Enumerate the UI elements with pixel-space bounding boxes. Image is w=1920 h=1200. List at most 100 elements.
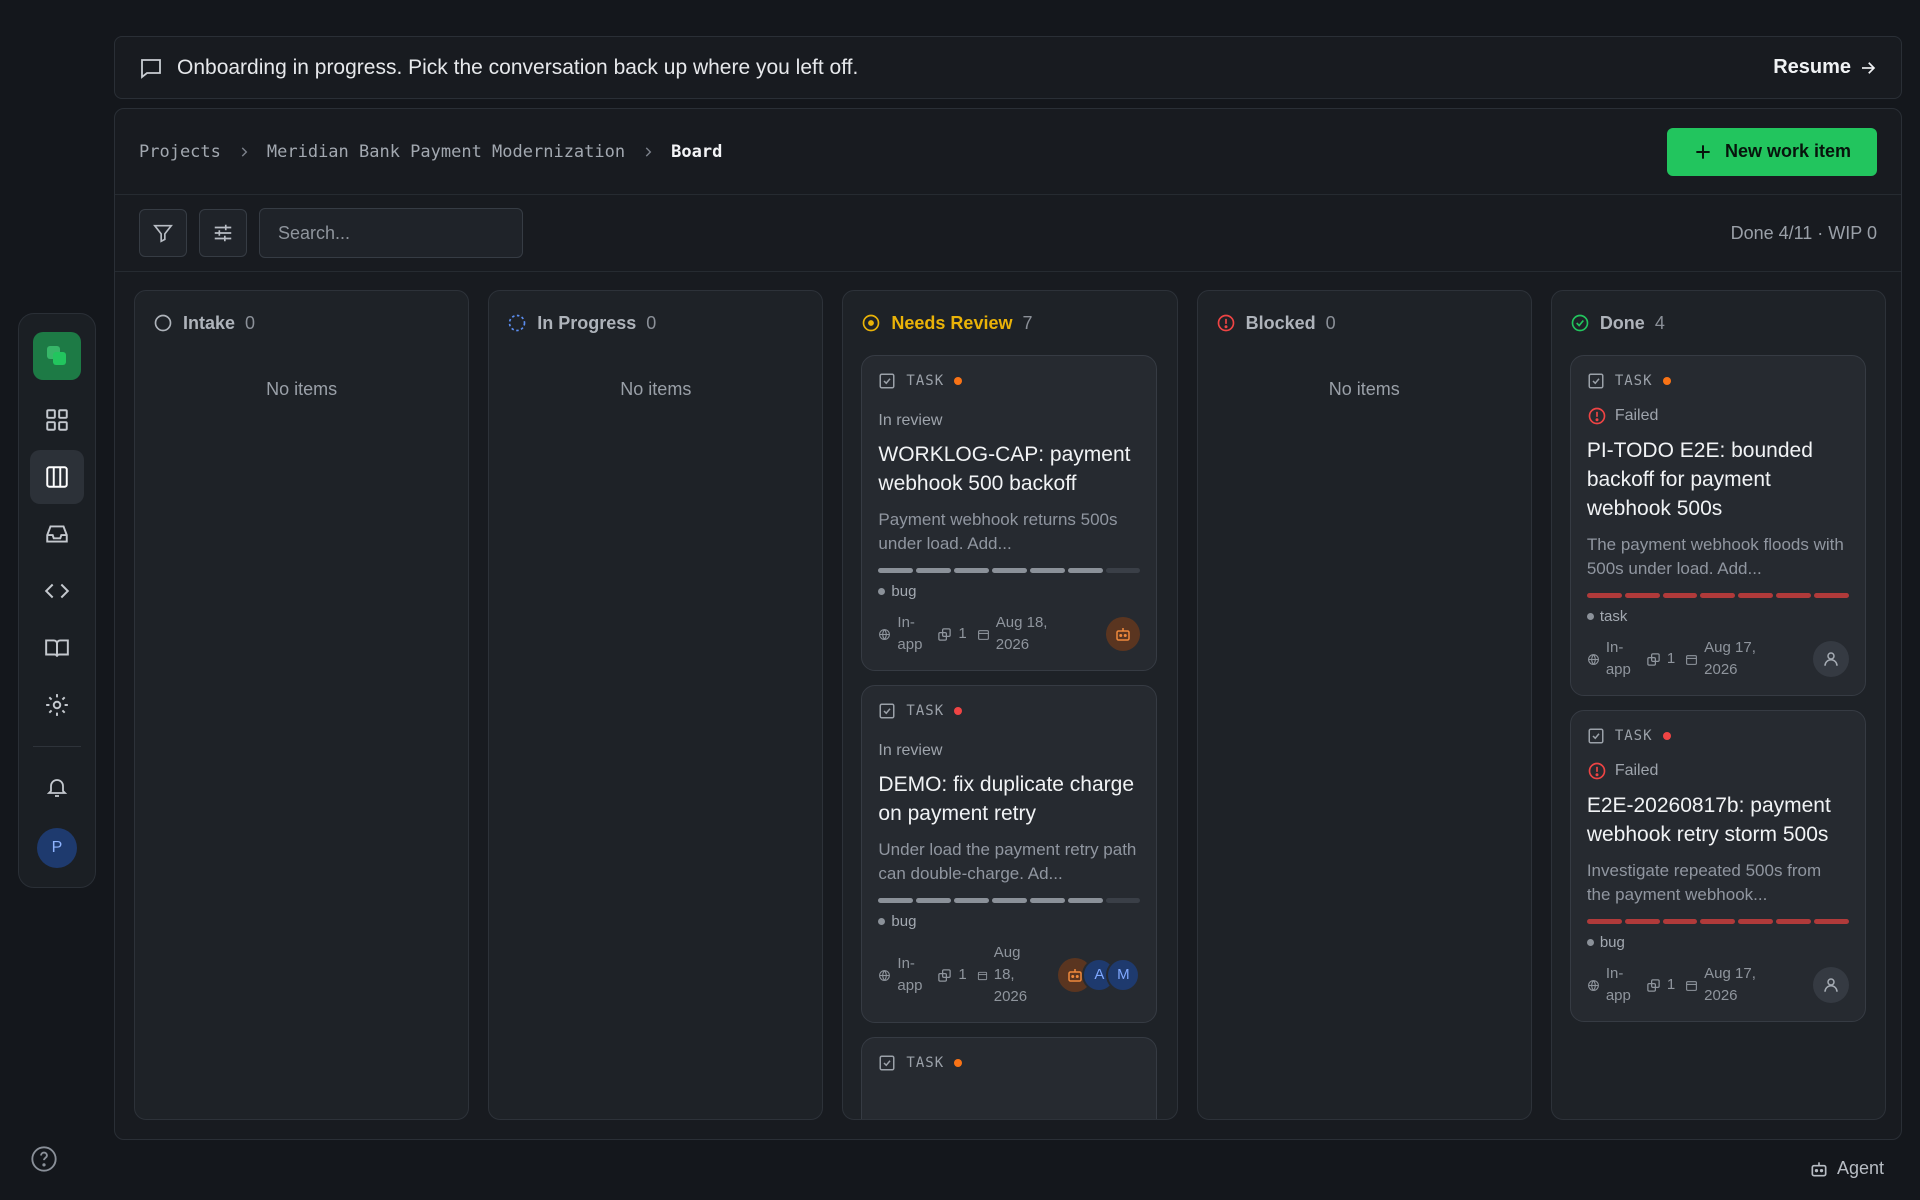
new-work-item-label: New work item bbox=[1724, 141, 1851, 161]
book-open-icon bbox=[45, 639, 69, 657]
review-circle-icon bbox=[863, 314, 880, 332]
work-item-card[interactable]: TASK bbox=[861, 1037, 1158, 1119]
card-status: Failed bbox=[1587, 406, 1849, 426]
assignee-avatar: M bbox=[1106, 958, 1141, 992]
nav-code[interactable] bbox=[30, 564, 84, 618]
column-count: 0 bbox=[245, 312, 256, 333]
checkbox-icon bbox=[879, 703, 895, 719]
bell-icon bbox=[46, 779, 68, 797]
breadcrumb-projects[interactable]: Projects bbox=[139, 142, 221, 162]
card-type: TASK bbox=[906, 703, 945, 719]
calendar-icon bbox=[1686, 980, 1698, 991]
search-input[interactable] bbox=[259, 208, 523, 258]
card-type: TASK bbox=[906, 373, 945, 389]
message-square-icon bbox=[141, 58, 161, 79]
logo-icon bbox=[47, 346, 66, 365]
work-item-card[interactable]: TASK Failed E2E-20260817b: payment webho… bbox=[1569, 710, 1866, 1022]
priority-dot bbox=[954, 707, 963, 715]
nav-settings[interactable] bbox=[30, 678, 84, 732]
view-options-button[interactable] bbox=[199, 209, 247, 257]
user-avatar[interactable]: P bbox=[37, 828, 77, 868]
checkbox-icon bbox=[879, 373, 895, 389]
kanban-board: Intake 0 No items In Progress 0 No items… bbox=[134, 290, 1887, 1120]
agent-button[interactable]: Agent bbox=[1809, 1158, 1884, 1179]
link-icon bbox=[1647, 652, 1660, 666]
column-blocked: Blocked 0 No items bbox=[1196, 290, 1532, 1120]
filter-icon bbox=[153, 224, 173, 243]
column-title: Intake bbox=[183, 312, 236, 333]
channel: In-app bbox=[878, 612, 927, 656]
card-title: DEMO: fix duplicate charge on payment re… bbox=[878, 773, 1135, 825]
card-description: Payment webhook returns 500s under load.… bbox=[878, 510, 1118, 553]
column-header: Needs Review 7 bbox=[861, 309, 1158, 337]
card-list: TASK Failed PI-TODO E2E: bounded backoff… bbox=[1569, 355, 1867, 1022]
grid-icon bbox=[46, 409, 68, 431]
onboarding-banner: Onboarding in progress. Pick the convers… bbox=[114, 36, 1902, 99]
card-title: E2E-20260817b: payment webhook retry sto… bbox=[1586, 794, 1831, 846]
board-toolbar: Done 4/11 · WIP 0 bbox=[115, 195, 1901, 272]
check-circle-icon bbox=[1571, 314, 1589, 332]
nav-notifications[interactable] bbox=[30, 760, 84, 814]
links-count: 1 bbox=[1646, 648, 1675, 670]
board-panel: Projects Meridian Bank Payment Moderniza… bbox=[114, 108, 1902, 1140]
assignee-avatar bbox=[1812, 967, 1849, 1003]
channel: In-app bbox=[1587, 963, 1636, 1007]
card-list: TASK In review WORKLOG-CAP: payment webh… bbox=[861, 355, 1158, 1119]
nav-docs[interactable] bbox=[30, 621, 84, 675]
rail-divider bbox=[33, 746, 81, 747]
assignee-stack: A M bbox=[1058, 958, 1141, 992]
calendar-icon bbox=[977, 971, 987, 980]
card-type-row: TASK bbox=[878, 372, 1140, 390]
column-title: Done bbox=[1599, 312, 1645, 333]
app-logo[interactable] bbox=[33, 332, 81, 380]
due-date: Aug 18, 2026 bbox=[977, 612, 1054, 656]
user-icon bbox=[1824, 652, 1838, 666]
channel: In-app bbox=[1587, 637, 1636, 681]
nav-dashboard[interactable] bbox=[30, 393, 84, 447]
filter-button[interactable] bbox=[139, 209, 187, 257]
empty-state: No items bbox=[620, 379, 692, 399]
link-icon bbox=[938, 968, 952, 982]
plus-icon bbox=[1696, 144, 1710, 159]
nav-board[interactable] bbox=[30, 450, 84, 504]
dashed-circle-icon bbox=[508, 314, 526, 332]
work-item-card[interactable]: TASK In review DEMO: fix duplicate charg… bbox=[861, 685, 1158, 1023]
work-item-card[interactable]: TASK In review WORKLOG-CAP: payment webh… bbox=[861, 355, 1158, 671]
card-tag: task bbox=[1586, 608, 1849, 625]
due-date: Aug 17, 2026 bbox=[1685, 637, 1762, 681]
help-button[interactable] bbox=[30, 1145, 58, 1173]
column-header: Intake 0 bbox=[153, 309, 450, 337]
breadcrumb-project[interactable]: Meridian Bank Payment Modernization bbox=[267, 142, 625, 162]
alert-circle-icon bbox=[1588, 407, 1606, 425]
column-intake: Intake 0 No items bbox=[134, 290, 470, 1120]
card-status: In review bbox=[878, 412, 943, 429]
column-in-progress: In Progress 0 No items bbox=[488, 290, 824, 1120]
code-icon bbox=[44, 583, 70, 599]
alert-circle-icon bbox=[1217, 314, 1234, 332]
calendar-icon bbox=[977, 629, 989, 640]
card-type: TASK bbox=[1614, 373, 1653, 389]
help-circle-icon bbox=[31, 1146, 57, 1172]
agent-label: Agent bbox=[1836, 1158, 1884, 1178]
globe-icon bbox=[1587, 653, 1599, 665]
card-status: In review bbox=[878, 742, 943, 759]
panel-header: Projects Meridian Bank Payment Moderniza… bbox=[115, 109, 1901, 195]
resume-label: Resume bbox=[1773, 56, 1851, 78]
board-stats: Done 4/11 · WIP 0 bbox=[1730, 222, 1877, 243]
resume-button[interactable]: Resume bbox=[1773, 56, 1877, 79]
card-title: PI-TODO E2E: bounded backoff for payment… bbox=[1586, 439, 1813, 520]
card-meta: In-app 1 Aug 17, 2026 bbox=[1587, 637, 1849, 681]
work-item-card[interactable]: TASK Failed PI-TODO E2E: bounded backoff… bbox=[1569, 355, 1866, 696]
column-count: 0 bbox=[646, 312, 657, 333]
banner-text: Onboarding in progress. Pick the convers… bbox=[177, 55, 859, 79]
circle-icon bbox=[154, 314, 172, 332]
progress-bar bbox=[1586, 919, 1849, 924]
card-tag: bug bbox=[1586, 934, 1849, 951]
new-work-item-button[interactable]: New work item bbox=[1666, 127, 1877, 176]
card-type-row: TASK bbox=[878, 702, 1140, 720]
bot-icon bbox=[1116, 628, 1131, 641]
card-title: WORKLOG-CAP: payment webhook 500 backoff bbox=[878, 443, 1131, 495]
card-description: Investigate repeated 500s from the payme… bbox=[1586, 861, 1822, 904]
nav-inbox[interactable] bbox=[30, 507, 84, 561]
column-header: In Progress 0 bbox=[507, 309, 804, 337]
